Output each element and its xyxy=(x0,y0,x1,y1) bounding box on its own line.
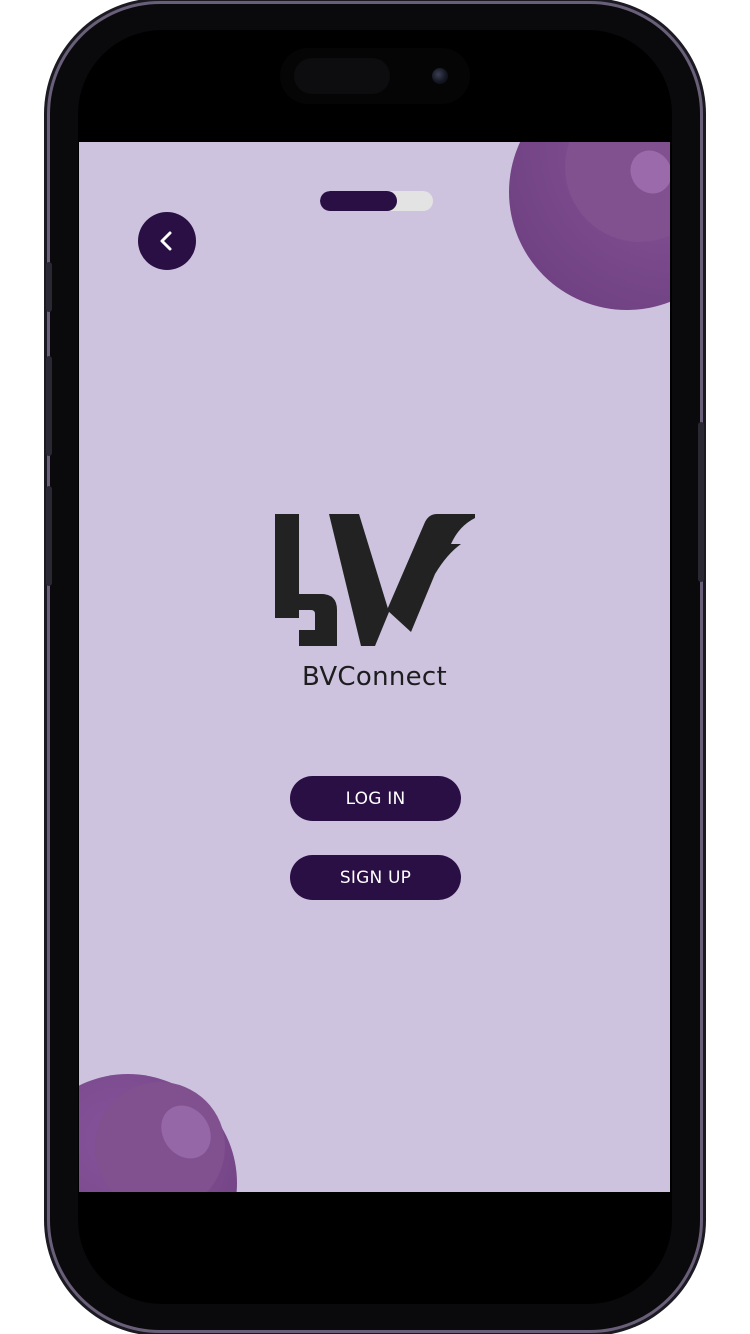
front-camera-icon xyxy=(432,68,448,84)
phone-power-button xyxy=(698,422,704,582)
back-button[interactable] xyxy=(138,212,196,270)
signup-button[interactable]: SIGN UP xyxy=(290,855,461,900)
app-screen: BVConnect LOG IN SIGN UP xyxy=(79,142,670,1192)
onboarding-progress-bar xyxy=(320,191,433,211)
app-name: BVConnect xyxy=(301,662,448,692)
phone-mute-switch xyxy=(46,262,52,312)
phone-volume-down-button xyxy=(46,486,52,586)
dynamic-island-sensor xyxy=(294,58,390,94)
onboarding-progress-fill xyxy=(320,191,397,211)
login-button[interactable]: LOG IN xyxy=(290,776,461,821)
bvconnect-logo xyxy=(275,514,475,646)
chevron-left-icon xyxy=(160,231,172,251)
phone-volume-up-button xyxy=(46,356,52,456)
